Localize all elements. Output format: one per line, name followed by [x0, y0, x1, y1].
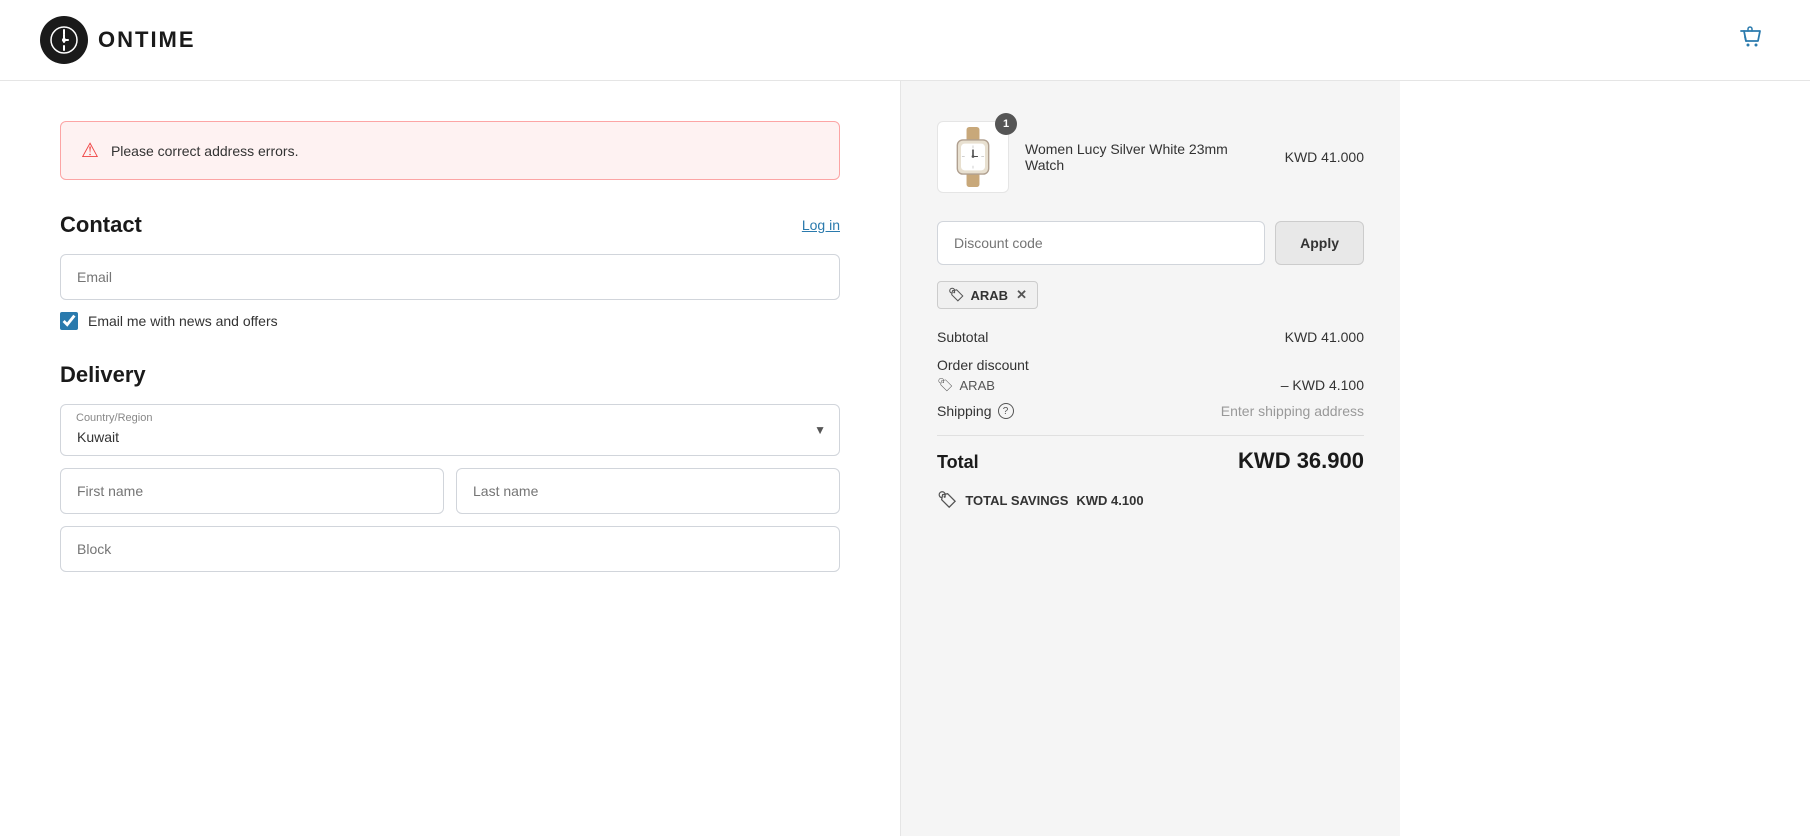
shipping-label: Shipping: [937, 403, 992, 419]
watch-illustration: [948, 127, 998, 187]
newsletter-checkbox[interactable]: [60, 312, 78, 330]
contact-section-header: Contact Log in: [60, 212, 840, 238]
left-panel: ⚠ Please correct address errors. Contact…: [0, 81, 900, 836]
last-name-field[interactable]: [456, 468, 840, 514]
discount-sub-row: 🏷 ARAB – KWD 4.100: [937, 377, 1364, 393]
discount-tag-left: 🏷 ARAB: [937, 377, 995, 393]
newsletter-label: Email me with news and offers: [88, 313, 278, 329]
error-message: Please correct address errors.: [111, 143, 299, 159]
divider: [937, 435, 1364, 436]
apply-button[interactable]: Apply: [1275, 221, 1364, 265]
order-discount-label: Order discount: [937, 357, 1364, 373]
tag-icon: 🏷: [948, 287, 965, 303]
subtotal-line: Subtotal KWD 41.000: [937, 329, 1364, 345]
total-label: Total: [937, 452, 979, 473]
savings-label: TOTAL SAVINGS: [965, 493, 1068, 508]
remove-coupon-button[interactable]: ✕: [1016, 287, 1027, 303]
discount-row: Apply: [937, 221, 1364, 265]
shipping-left: Shipping ?: [937, 403, 1014, 419]
country-select-wrapper: Country/Region Kuwait ▼: [60, 404, 840, 456]
delivery-section: Delivery Country/Region Kuwait ▼: [60, 362, 840, 584]
main-layout: ⚠ Please correct address errors. Contact…: [0, 81, 1810, 836]
savings-icon: 🏷: [937, 490, 957, 510]
logo-area: ONTIME: [40, 16, 196, 64]
contact-title: Contact: [60, 212, 142, 238]
discount-amount: – KWD 4.100: [1281, 377, 1364, 393]
shipping-value: Enter shipping address: [1221, 403, 1364, 419]
right-panel: 1 Women Lucy Silver White 23mm Watch KWD…: [900, 81, 1400, 836]
logo-icon: [40, 16, 88, 64]
coupon-code-label: ARAB: [971, 288, 1009, 303]
shipping-line: Shipping ? Enter shipping address: [937, 403, 1364, 419]
coupon-tag: 🏷 ARAB ✕: [937, 281, 1038, 309]
product-price: KWD 41.000: [1285, 149, 1364, 165]
logo-text: ONTIME: [98, 27, 196, 53]
product-row: 1 Women Lucy Silver White 23mm Watch KWD…: [937, 121, 1364, 193]
first-name-field[interactable]: [60, 468, 444, 514]
name-row: [60, 468, 840, 514]
newsletter-row: Email me with news and offers: [60, 312, 840, 330]
error-banner: ⚠ Please correct address errors.: [60, 121, 840, 180]
total-amount: KWD 36.900: [1238, 448, 1364, 474]
shipping-help-icon[interactable]: ?: [998, 403, 1014, 419]
discount-code-input[interactable]: [937, 221, 1265, 265]
product-name: Women Lucy Silver White 23mm Watch: [1025, 141, 1269, 173]
email-field[interactable]: [60, 254, 840, 300]
savings-row: 🏷 TOTAL SAVINGS KWD 4.100: [937, 490, 1364, 510]
product-image-wrap: 1: [937, 121, 1009, 193]
country-select[interactable]: Kuwait: [60, 404, 840, 456]
product-quantity-badge: 1: [995, 113, 1017, 135]
block-field[interactable]: [60, 526, 840, 572]
order-discount-section: Order discount 🏷 ARAB – KWD 4.100: [937, 357, 1364, 393]
cart-button[interactable]: [1734, 21, 1770, 60]
subtotal-label: Subtotal: [937, 329, 988, 345]
log-in-button[interactable]: Log in: [802, 217, 840, 233]
country-label: Country/Region: [76, 412, 152, 424]
discount-code-tag: ARAB: [960, 378, 995, 393]
header: ONTIME: [0, 0, 1810, 81]
delivery-title: Delivery: [60, 362, 840, 388]
error-icon: ⚠: [81, 138, 99, 163]
savings-value: KWD 4.100: [1076, 493, 1143, 508]
discount-tag-icon: 🏷: [937, 377, 954, 393]
subtotal-value: KWD 41.000: [1285, 329, 1364, 345]
total-line: Total KWD 36.900: [937, 448, 1364, 474]
